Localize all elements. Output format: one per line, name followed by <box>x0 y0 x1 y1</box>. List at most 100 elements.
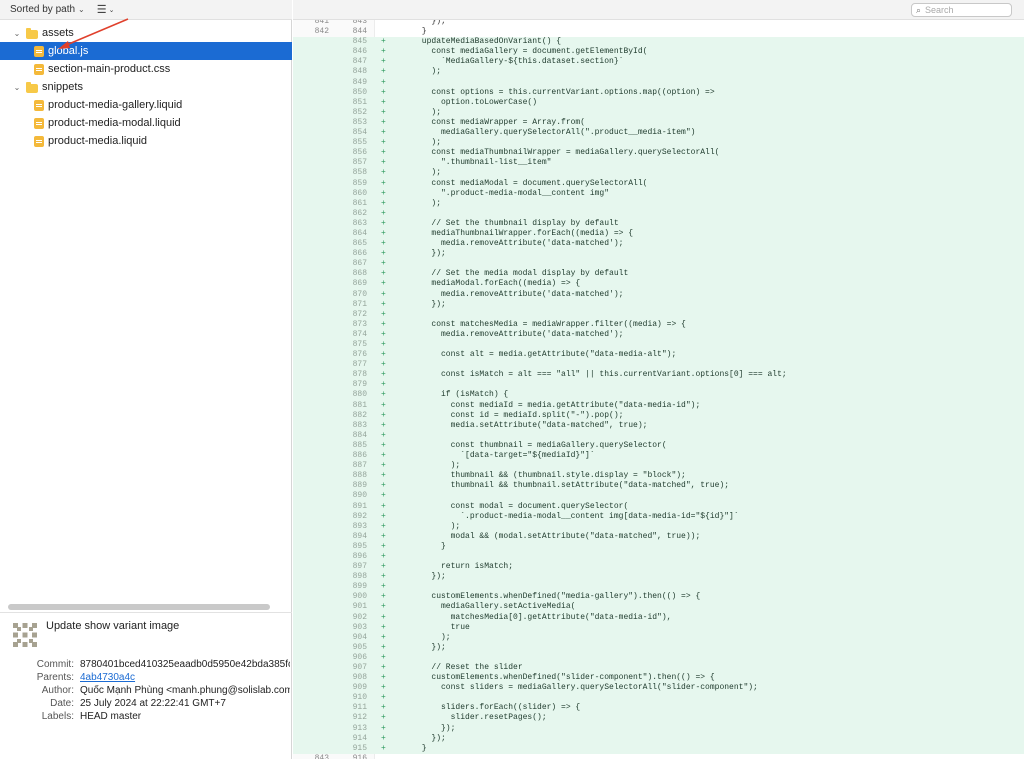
new-line-number: 853 <box>352 117 367 127</box>
diff-line-added[interactable]: 891 + const modal = document.querySelecto… <box>293 501 1024 512</box>
diff-code: ); <box>393 461 461 471</box>
tree-file[interactable]: product-media-modal.liquid <box>0 114 292 132</box>
diff-code: const thumbnail = mediaGallery.querySele… <box>393 440 667 450</box>
diff-line-added[interactable]: 880 + if (isMatch) { <box>293 390 1024 401</box>
diff-line-added[interactable]: 883 + media.setAttribute("data-matched", … <box>293 420 1024 431</box>
diff-line-added[interactable]: 861 + ); <box>293 198 1024 209</box>
diff-line-added[interactable]: 885 + const thumbnail = mediaGallery.quer… <box>293 440 1024 452</box>
diff-line-added[interactable]: 886 + `[data-target="${mediaId}"]` <box>293 451 1024 462</box>
diff-line-added[interactable]: 867 + <box>293 259 1024 270</box>
diff-line-added[interactable]: 871 + }); <box>293 299 1024 310</box>
diff-line-added[interactable]: 863 + // Set the thumbnail display by def… <box>293 218 1024 229</box>
search-input[interactable]: ⌕ Search <box>911 3 1012 17</box>
diff-line-added[interactable]: 862 + <box>293 208 1024 219</box>
diff-line-added[interactable]: 851 + option.toLowerCase() <box>293 97 1024 108</box>
diff-marker: + <box>381 370 386 380</box>
diff-line-added[interactable]: 892 + `.product-media-modal__content img[… <box>293 511 1024 522</box>
diff-marker: + <box>381 673 386 683</box>
tree-folder[interactable]: ⌄ snippets <box>0 78 292 96</box>
diff-line-added[interactable]: 865 + media.removeAttribute('data-matched… <box>293 239 1024 250</box>
diff-line-added[interactable]: 910 + <box>293 693 1024 704</box>
diff-line-added[interactable]: 850 + const options = this.currentVariant… <box>293 87 1024 98</box>
diff-line-added[interactable]: 915 + } <box>293 743 1024 754</box>
diff-line-added[interactable]: 854 + mediaGallery.querySelectorAll(".pro… <box>293 128 1024 139</box>
diff-line-added[interactable]: 866 + }); <box>293 249 1024 260</box>
diff-line-added[interactable]: 911 + sliders.forEach((slider) => { <box>293 703 1024 714</box>
diff-line-added[interactable]: 884 + <box>293 430 1024 441</box>
view-options-button[interactable]: ☰ ⌄ <box>97 3 115 16</box>
diff-line-added[interactable]: 853 + const mediaWrapper = Array.from( <box>293 117 1024 129</box>
diff-line-added[interactable]: 849 + <box>293 77 1024 88</box>
diff-line-added[interactable]: 856 + const mediaThumbnailWrapper = media… <box>293 148 1024 159</box>
diff-line-added[interactable]: 896 + <box>293 551 1024 563</box>
diff-code: sliders.forEach((slider) => { <box>393 703 581 713</box>
diff-line-context[interactable]: 842 844 } <box>293 27 1024 37</box>
diff-line-added[interactable]: 903 + true <box>293 622 1024 633</box>
diff-line-added[interactable]: 847 + `MediaGallery-${this.dataset.sectio… <box>293 57 1024 68</box>
tree-folder[interactable]: ⌄ assets <box>0 24 292 42</box>
diff-line-added[interactable]: 864 + mediaThumbnailWrapper.forEach((medi… <box>293 228 1024 240</box>
diff-line-added[interactable]: 898 + }); <box>293 572 1024 583</box>
commit-hash-label: Commit: <box>36 659 74 670</box>
diff-marker: + <box>381 178 386 188</box>
tree-file[interactable]: section-main-product.css <box>0 60 292 78</box>
diff-line-added[interactable]: 881 + const mediaId = media.getAttribute(… <box>293 400 1024 411</box>
diff-line-added[interactable]: 873 + const matchesMedia = mediaWrapper.f… <box>293 319 1024 330</box>
horizontal-scrollbar[interactable] <box>8 604 270 610</box>
diff-line-added[interactable]: 859 + const mediaModal = document.querySe… <box>293 178 1024 189</box>
diff-line-added[interactable]: 905 + }); <box>293 642 1024 653</box>
tree-file[interactable]: global.js <box>0 42 292 60</box>
diff-line-added[interactable]: 868 + // Set the media modal display by d… <box>293 269 1024 280</box>
diff-line-added[interactable]: 888 + thumbnail && (thumbnail.style.displ… <box>293 471 1024 482</box>
diff-line-added[interactable]: 912 + slider.resetPages(); <box>293 713 1024 724</box>
diff-line-added[interactable]: 872 + <box>293 309 1024 320</box>
new-line-number: 912 <box>352 713 367 723</box>
diff-line-added[interactable]: 902 + matchesMedia[0].getAttribute("data-… <box>293 612 1024 623</box>
diff-line-added[interactable]: 882 + const id = mediaId.split("-").pop()… <box>293 410 1024 421</box>
diff-line-added[interactable]: 900 + customElements.whenDefined("media-g… <box>293 592 1024 603</box>
diff-line-added[interactable]: 875 + <box>293 340 1024 351</box>
diff-line-added[interactable]: 845 + updateMediaBasedOnVariant() { <box>293 37 1024 48</box>
diff-line-added[interactable]: 907 + // Reset the slider <box>293 663 1024 674</box>
diff-line-added[interactable]: 909 + const sliders = mediaGallery.queryS… <box>293 683 1024 694</box>
diff-line-added[interactable]: 874 + media.removeAttribute('data-matched… <box>293 329 1024 340</box>
diff-line-added[interactable]: 877 + <box>293 360 1024 371</box>
diff-line-added[interactable]: 901 + mediaGallery.setActiveMedia( <box>293 602 1024 613</box>
diff-line-added[interactable]: 852 + ); <box>293 107 1024 118</box>
diff-marker: + <box>381 420 386 430</box>
diff-line-added[interactable]: 876 + const alt = media.getAttribute("dat… <box>293 350 1024 361</box>
diff-line-added[interactable]: 887 + ); <box>293 461 1024 472</box>
disclosure-chevron-icon[interactable]: ⌄ <box>12 29 22 38</box>
diff-line-added[interactable]: 904 + ); <box>293 632 1024 643</box>
diff-line-added[interactable]: 913 + }); <box>293 723 1024 734</box>
diff-line-added[interactable]: 869 + mediaModal.forEach((media) => { <box>293 279 1024 290</box>
disclosure-chevron-icon[interactable]: ⌄ <box>12 83 22 92</box>
diff-line-added[interactable]: 899 + <box>293 582 1024 593</box>
diff-line-added[interactable]: 908 + customElements.whenDefined("slider-… <box>293 673 1024 684</box>
parent-hash-link[interactable]: 4ab4730a4c <box>80 672 290 686</box>
diff-line-added[interactable]: 858 + ); <box>293 168 1024 179</box>
diff-line-added[interactable]: 879 + <box>293 380 1024 391</box>
diff-marker: + <box>381 188 386 198</box>
diff-line-added[interactable]: 878 + const isMatch = alt === "all" || th… <box>293 370 1024 381</box>
diff-line-added[interactable]: 914 + }); <box>293 733 1024 744</box>
diff-line-added[interactable]: 848 + ); <box>293 67 1024 78</box>
sort-dropdown[interactable]: Sorted by path ⌄ <box>10 4 85 15</box>
diff-line-added[interactable]: 846 + const mediaGallery = document.getEl… <box>293 47 1024 58</box>
diff-line-added[interactable]: 890 + <box>293 491 1024 502</box>
diff-line-added[interactable]: 860 + ".product-media-modal__content img" <box>293 188 1024 199</box>
diff-line-added[interactable]: 870 + media.removeAttribute('data-matched… <box>293 289 1024 300</box>
diff-code: true <box>393 622 470 632</box>
diff-line-added[interactable]: 893 + ); <box>293 521 1024 532</box>
diff-line-added[interactable]: 857 + ".thumbnail-list__item" <box>293 158 1024 169</box>
diff-line-added[interactable]: 895 + } <box>293 541 1024 552</box>
diff-line-added[interactable]: 889 + thumbnail && thumbnail.setAttribute… <box>293 481 1024 492</box>
new-line-number: 870 <box>352 289 367 299</box>
diff-line-added[interactable]: 897 + return isMatch; <box>293 562 1024 573</box>
diff-line-added[interactable]: 906 + <box>293 652 1024 663</box>
diff-line-context[interactable]: 843 916 <box>293 754 1024 759</box>
diff-line-added[interactable]: 855 + ); <box>293 138 1024 149</box>
tree-file[interactable]: product-media-gallery.liquid <box>0 96 292 114</box>
diff-line-added[interactable]: 894 + modal && (modal.setAttribute("data-… <box>293 531 1024 542</box>
tree-file[interactable]: product-media.liquid <box>0 132 292 150</box>
